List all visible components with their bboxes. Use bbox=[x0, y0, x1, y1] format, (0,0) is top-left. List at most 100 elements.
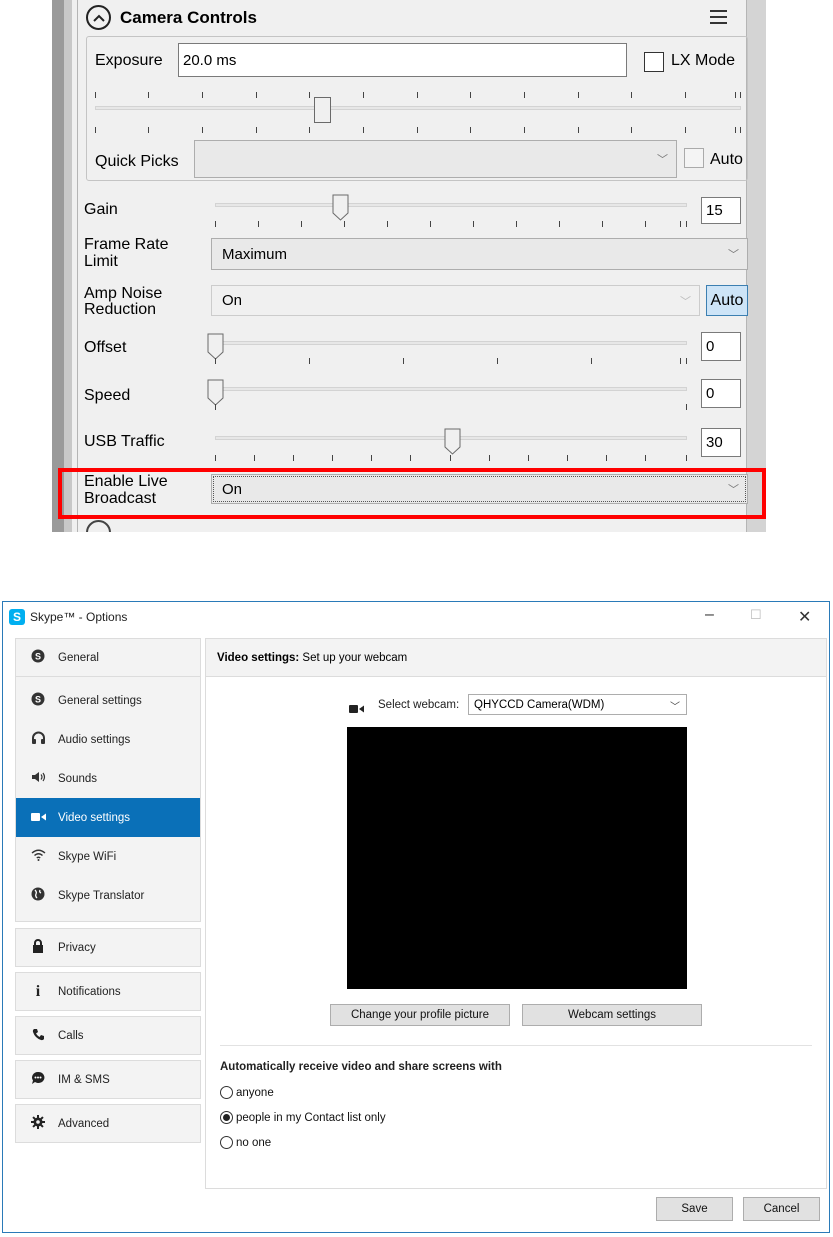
nav-item-skype-translator[interactable]: Skype Translator bbox=[16, 876, 200, 915]
close-button[interactable]: ✕ bbox=[798, 607, 811, 627]
amp-noise-value: On bbox=[222, 292, 243, 309]
frame-rate-value: Maximum bbox=[222, 245, 288, 263]
radio-contacts-only[interactable]: people in my Contact list only bbox=[220, 1111, 386, 1124]
nav-section-label: IM & SMS bbox=[58, 1073, 110, 1086]
nav-general-group: S General S General settings Audio setti… bbox=[15, 638, 201, 922]
amp-noise-auto-button[interactable]: Auto bbox=[706, 285, 748, 316]
auto-receive-heading: Automatically receive video and share sc… bbox=[220, 1061, 502, 1073]
quick-picks-dropdown[interactable]: ﹀ bbox=[194, 140, 677, 178]
lx-mode-label: LX Mode bbox=[671, 52, 736, 69]
quick-picks-label: Quick Picks bbox=[95, 153, 179, 170]
webcam-select[interactable]: QHYCCD Camera(WDM) ﹀ bbox=[468, 694, 687, 715]
exposure-ticks-top bbox=[95, 92, 741, 98]
maximize-button[interactable]: ☐ bbox=[750, 607, 762, 623]
exposure-slider-thumb[interactable] bbox=[314, 97, 331, 123]
speed-ticks bbox=[215, 404, 687, 410]
nav-item-sounds[interactable]: Sounds bbox=[16, 759, 200, 798]
chevron-down-icon: ﹀ bbox=[670, 702, 680, 713]
nav-section-im-sms[interactable]: IM & SMS bbox=[15, 1060, 201, 1099]
radio-anyone[interactable]: anyone bbox=[220, 1086, 274, 1099]
nav-general-header[interactable]: S General bbox=[16, 639, 200, 677]
auto-label: Auto bbox=[710, 151, 743, 168]
speed-slider-thumb[interactable] bbox=[207, 379, 224, 406]
offset-slider-thumb[interactable] bbox=[207, 333, 224, 360]
exposure-slider-track[interactable] bbox=[95, 106, 741, 110]
frame-rate-label-line1: Frame Rate bbox=[84, 236, 169, 253]
exposure-ticks-bottom bbox=[95, 127, 741, 133]
offset-label: Offset bbox=[84, 339, 127, 356]
nav-item-skype-wifi[interactable]: Skype WiFi bbox=[16, 837, 200, 876]
gain-slider-track[interactable] bbox=[215, 203, 687, 207]
skype-icon: S bbox=[30, 649, 46, 666]
offset-slider-track[interactable] bbox=[211, 341, 687, 345]
panel-right-border bbox=[746, 0, 766, 532]
cancel-button[interactable]: Cancel bbox=[743, 1197, 820, 1221]
radio-button[interactable] bbox=[220, 1111, 233, 1124]
change-profile-picture-button[interactable]: Change your profile picture bbox=[330, 1004, 510, 1026]
radio-label: people in my Contact list only bbox=[236, 1111, 386, 1124]
video-camera-icon bbox=[30, 810, 46, 825]
radio-label: no one bbox=[236, 1136, 272, 1149]
radio-button[interactable] bbox=[220, 1136, 233, 1149]
gain-ticks bbox=[215, 221, 687, 227]
camera-controls-title: Camera Controls bbox=[120, 8, 257, 27]
exposure-label: Exposure bbox=[95, 52, 163, 69]
minimize-button[interactable]: – bbox=[705, 606, 714, 624]
speed-slider-track[interactable] bbox=[211, 387, 687, 391]
chevron-down-icon: ﹀ bbox=[728, 249, 739, 261]
nav-item-video-settings[interactable]: Video settings bbox=[16, 798, 200, 837]
frame-rate-label-line2: Limit bbox=[84, 253, 118, 270]
nav-item-label: Skype WiFi bbox=[58, 850, 117, 863]
usb-traffic-label: USB Traffic bbox=[84, 433, 165, 450]
content-header-subtitle: Set up your webcam bbox=[299, 651, 408, 664]
webcam-settings-button[interactable]: Webcam settings bbox=[522, 1004, 702, 1026]
radio-no-one[interactable]: no one bbox=[220, 1136, 271, 1149]
hamburger-icon[interactable] bbox=[710, 10, 727, 24]
panel-left-border-inner bbox=[64, 0, 72, 532]
gain-slider-thumb[interactable] bbox=[332, 194, 349, 221]
auto-checkbox[interactable] bbox=[684, 148, 704, 168]
amp-noise-dropdown[interactable]: On ﹀ bbox=[211, 285, 700, 316]
offset-value-input[interactable]: 0 bbox=[701, 332, 741, 361]
exposure-input[interactable]: 20.0 ms bbox=[178, 43, 627, 77]
usb-traffic-value-input[interactable]: 30 bbox=[701, 428, 741, 457]
gear-icon bbox=[30, 1115, 46, 1132]
info-icon: i bbox=[35, 982, 41, 1000]
lock-icon bbox=[30, 939, 46, 956]
nav-item-label: Skype Translator bbox=[58, 889, 145, 902]
headset-icon bbox=[30, 731, 46, 748]
save-button[interactable]: Save bbox=[656, 1197, 733, 1221]
divider bbox=[220, 1045, 812, 1046]
camera-controls-body: Camera Controls Exposure 20.0 ms LX Mode… bbox=[77, 0, 748, 532]
content-panel: Video settings: Set up your webcam Selec… bbox=[205, 638, 827, 1189]
usb-traffic-slider-thumb[interactable] bbox=[444, 428, 461, 455]
skype-logo-icon: S bbox=[9, 609, 25, 625]
svg-text:S: S bbox=[35, 695, 41, 705]
nav-section-calls[interactable]: Calls bbox=[15, 1016, 201, 1055]
radio-button[interactable] bbox=[220, 1086, 233, 1099]
nav-item-label: Sounds bbox=[58, 772, 98, 785]
speed-value-input[interactable]: 0 bbox=[701, 379, 741, 408]
chevron-down-icon: ﹀ bbox=[657, 154, 668, 166]
amp-noise-label-line1: Amp Noise bbox=[84, 285, 163, 302]
nav-section-notifications[interactable]: i Notifications bbox=[15, 972, 201, 1011]
nav-item-label: Video settings bbox=[58, 811, 131, 824]
offset-ticks bbox=[215, 358, 687, 364]
nav-general-label: General bbox=[58, 651, 99, 664]
webcam-preview bbox=[347, 727, 687, 989]
nav-section-advanced[interactable]: Advanced bbox=[15, 1104, 201, 1143]
nav-item-audio-settings[interactable]: Audio settings bbox=[16, 720, 200, 759]
collapse-chevron-icon[interactable] bbox=[86, 5, 111, 30]
panel-left-border bbox=[52, 0, 64, 532]
lx-mode-checkbox[interactable] bbox=[644, 52, 664, 72]
nav-item-general-settings[interactable]: S General settings bbox=[16, 681, 200, 720]
globe-icon bbox=[30, 887, 46, 904]
camera-controls-panel: Camera Controls Exposure 20.0 ms LX Mode… bbox=[52, 0, 766, 532]
amp-noise-label-line2: Reduction bbox=[84, 301, 157, 318]
skype-icon: S bbox=[30, 692, 46, 709]
nav-section-privacy[interactable]: Privacy bbox=[15, 928, 201, 967]
next-section-chevron-icon[interactable] bbox=[86, 520, 111, 532]
frame-rate-dropdown[interactable]: Maximum ﹀ bbox=[211, 238, 748, 270]
chevron-down-icon: ﹀ bbox=[680, 295, 691, 308]
gain-value-input[interactable]: 15 bbox=[701, 197, 741, 224]
